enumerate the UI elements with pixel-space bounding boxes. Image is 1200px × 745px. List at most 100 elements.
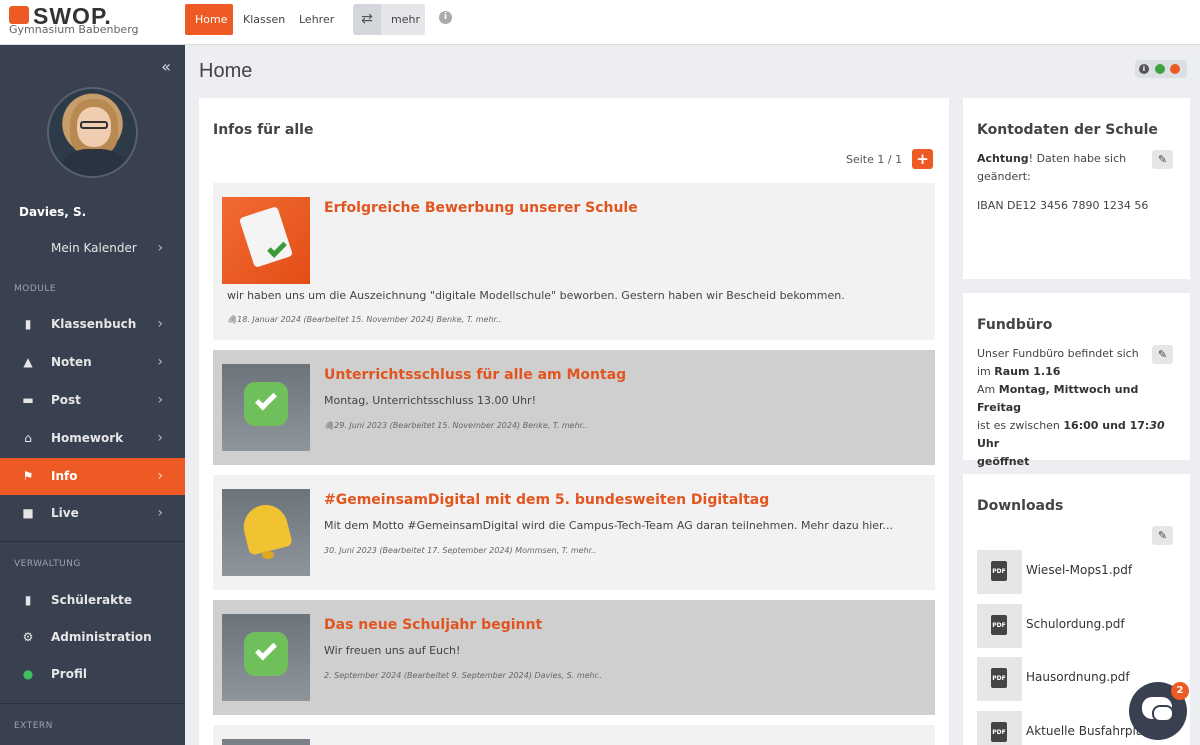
status-orange-dot: [1170, 64, 1180, 74]
sidebar-item-info[interactable]: ⚑ Info ›: [0, 458, 185, 495]
logo[interactable]: SWOP. Gymnasium Babenberg: [9, 3, 139, 36]
sidebar-item-klassenbuch[interactable]: ▮ Klassenbuch ›: [0, 306, 185, 343]
user-name: Davies, S.: [19, 205, 87, 219]
bell-shape: [239, 500, 293, 556]
fund-line: Unser Fundbüro befindet sich: [977, 347, 1139, 360]
status-indicator[interactable]: i: [1135, 60, 1187, 78]
status-green-dot: [1155, 64, 1165, 74]
downloads-title: Downloads: [977, 498, 1064, 514]
fundbuero-text: Unser Fundbüro befindet sich im Raum 1.1…: [977, 345, 1182, 471]
konto-title: Kontodaten der Schule: [977, 122, 1158, 138]
chevron-right-icon: ›: [157, 354, 163, 370]
tab-klassen[interactable]: Klassen: [233, 4, 295, 35]
post-thumbnail: [222, 739, 310, 745]
check-badge-icon: [222, 614, 310, 701]
graduation-cap-icon: ▲: [23, 355, 33, 369]
user-icon: ●: [22, 667, 34, 681]
edit-downloads-button[interactable]: ✎: [1152, 526, 1173, 545]
sidebar-item-noten[interactable]: ▲ Noten ›: [0, 344, 185, 381]
sidebar-item-profil[interactable]: ● Profil: [0, 656, 185, 693]
post-text: Wir freuen uns auf Euch!: [324, 644, 461, 657]
achtung-label: Achtung: [977, 152, 1029, 165]
sidebar-item-live[interactable]: ■ Live ›: [0, 495, 185, 532]
fund-time-unit: Uhr: [977, 437, 1000, 450]
sidebar-item-label: Noten: [51, 355, 92, 369]
konto-text: Achtung! Daten habe sich geändert:: [977, 150, 1147, 186]
file-name[interactable]: Hausordnung.pdf: [1026, 670, 1130, 684]
post-item[interactable]: Das neue Schuljahr beginnt Wir freuen un…: [213, 600, 935, 715]
collapse-sidebar-icon[interactable]: «: [161, 57, 171, 76]
chevron-right-icon: ›: [157, 392, 163, 408]
check-badge-icon: [222, 364, 310, 451]
sidebar-item-label: Administration: [51, 630, 152, 644]
bell-icon: [222, 489, 310, 576]
pdf-label: PDF: [991, 561, 1007, 581]
sidebar-item-label: Homework: [51, 431, 124, 445]
avatar[interactable]: [47, 87, 138, 178]
school-name: Gymnasium Babenberg: [9, 23, 139, 36]
sidebar-item-post[interactable]: ▬ Post ›: [0, 382, 185, 419]
divider: [0, 541, 185, 542]
status-info-icon: i: [1139, 64, 1149, 74]
chevron-right-icon: ›: [157, 468, 163, 484]
pdf-file-icon: PDF: [977, 711, 1022, 745]
post-title[interactable]: Das neue Schuljahr beginnt: [324, 617, 542, 633]
file-name[interactable]: Wiesel-Mops1.pdf: [1026, 563, 1132, 577]
sidebar-item-administration[interactable]: ⚙ Administration: [0, 619, 185, 656]
infos-title: Infos für alle: [213, 122, 314, 138]
sidebar-item-schuelerakte[interactable]: ▮ Schülerakte: [0, 582, 185, 619]
book-icon: ▮: [24, 317, 32, 331]
fundbuero-title: Fundbüro: [977, 317, 1053, 333]
chat-notification-badge: 2: [1171, 682, 1189, 700]
video-icon: ■: [22, 506, 34, 520]
pdf-label: PDF: [991, 668, 1007, 688]
post-meta[interactable]: 🖇18. Januar 2024 (Bearbeitet 15. Novembe…: [227, 315, 501, 324]
sidebar-item-homework[interactable]: ⌂ Homework ›: [0, 420, 185, 457]
pdf-file-icon: PDF: [977, 550, 1022, 594]
swap-icon: ⇄: [353, 4, 381, 35]
edit-konto-button[interactable]: ✎: [1152, 150, 1173, 169]
post-meta[interactable]: 2. September 2024 (Bearbeitet 9. Septemb…: [324, 671, 602, 680]
message-icon: ▬: [22, 393, 34, 407]
download-item[interactable]: PDF Wiesel-Mops1.pdf: [977, 550, 1177, 594]
fund-line: Am: [977, 383, 999, 396]
home-icon: ⌂: [24, 431, 32, 445]
post-item[interactable]: #GemeinsamDigital mit dem 5. bundesweite…: [213, 475, 935, 590]
section-verwaltung: VERWALTUNG: [14, 559, 81, 569]
post-item[interactable]: Unterrichtsschluss für alle am Montag Mo…: [213, 350, 935, 465]
post-title[interactable]: #GemeinsamDigital mit dem 5. bundesweite…: [324, 492, 769, 508]
folder-icon: ▮: [24, 593, 32, 607]
post-title[interactable]: Unterrichtsschluss für alle am Montag: [324, 367, 626, 383]
flag-icon: ⚑: [22, 469, 34, 483]
avatar-glasses: [80, 121, 108, 129]
download-item[interactable]: PDF Schulordung.pdf: [977, 604, 1177, 648]
sidebar-item-label: Profil: [51, 667, 87, 681]
chevron-right-icon: ›: [157, 316, 163, 332]
top-bar: SWOP. Gymnasium Babenberg Home Klassen L…: [0, 0, 1200, 45]
sidebar-item-label: Live: [51, 506, 79, 520]
sidebar-item-calendar[interactable]: Mein Kalender ›: [0, 230, 185, 267]
iban: IBAN DE12 3456 7890 1234 56: [977, 199, 1149, 212]
file-name[interactable]: Schulordung.pdf: [1026, 617, 1125, 631]
tab-home[interactable]: Home: [185, 4, 233, 35]
post-item[interactable]: [213, 725, 935, 745]
post-meta[interactable]: 🖇29. Juni 2023 (Bearbeitet 15. November …: [324, 421, 587, 430]
chat-bubble-icon: [1152, 705, 1174, 722]
post-item[interactable]: Erfolgreiche Bewerbung unserer Schule wi…: [213, 183, 935, 340]
more-button[interactable]: ⇄ mehr: [353, 4, 425, 35]
pdf-file-icon: PDF: [977, 604, 1022, 648]
sidebar-item-label: Klassenbuch: [51, 317, 137, 331]
chevron-right-icon: ›: [157, 505, 163, 521]
pdf-label: PDF: [991, 615, 1007, 635]
fund-time: 16:00 und 17:: [1063, 419, 1150, 432]
fund-line: im: [977, 365, 995, 378]
tab-lehrer[interactable]: Lehrer: [289, 4, 344, 35]
info-icon[interactable]: i: [439, 11, 452, 24]
add-post-button[interactable]: +: [912, 149, 933, 169]
post-title[interactable]: Erfolgreiche Bewerbung unserer Schule: [324, 200, 638, 216]
post-meta[interactable]: 30. Juni 2023 (Bearbeitet 17. September …: [324, 546, 596, 555]
sidebar-item-label: Mein Kalender: [51, 241, 137, 255]
fund-days: Montag, Mittwoch und Freitag: [977, 383, 1139, 414]
fund-open: geöffnet: [977, 455, 1030, 468]
post-text: Montag, Unterrichtsschluss 13.00 Uhr!: [324, 394, 536, 407]
